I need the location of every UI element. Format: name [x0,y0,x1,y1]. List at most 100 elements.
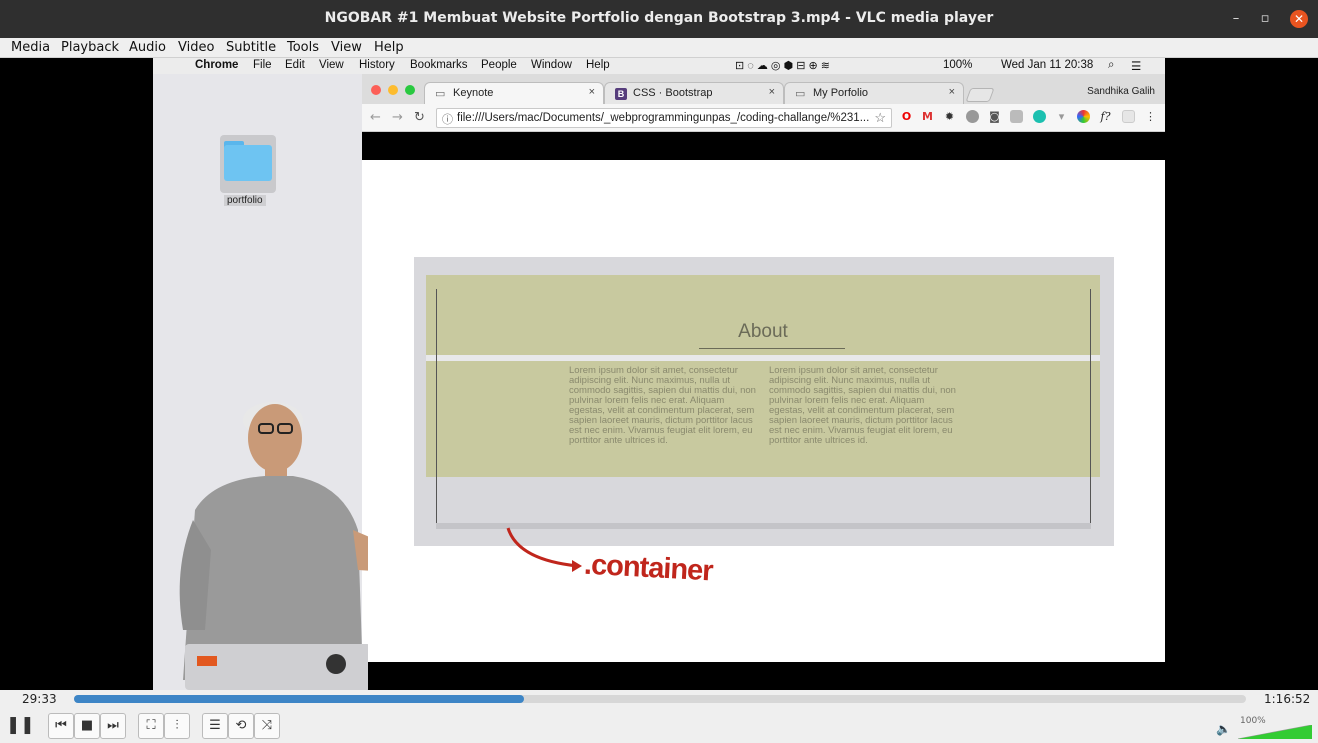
bookmark-star-icon: ☆ [874,110,886,125]
folder-icon [220,135,276,193]
settings-icon: ✹ [944,110,955,123]
mac-menubar: Chrome File Edit View History Bookmarks … [153,58,1165,74]
mac-menu-bookmarks: Bookmarks [410,59,468,71]
container-edge-right [1090,289,1091,529]
mac-menu-people: People [481,59,517,71]
mac-menu-view: View [319,59,344,71]
stop-button[interactable]: ■ [74,713,100,739]
tab-portfolio: ▭ My Porfolio × [784,82,964,104]
about-heading: About [738,321,788,342]
volume-slider[interactable] [1238,725,1312,739]
menu-audio[interactable]: Audio [129,40,166,55]
elapsed-time: 29:33 [22,692,57,706]
total-time: 1:16:52 [1264,692,1311,706]
container-edge-left [436,289,437,529]
video-area[interactable]: Chrome File Edit View History Bookmarks … [0,58,1318,690]
mac-close-icon [371,85,381,95]
forward-icon: → [392,110,403,125]
chrome-window: ▭ Keynote × B CSS · Bootstrap × ▭ My Por… [362,74,1165,690]
new-tab-button [965,88,995,102]
tab-strip: ▭ Keynote × B CSS · Bootstrap × ▭ My Por… [362,74,1165,104]
notification-icon: ☰ [1131,61,1142,73]
speaker-icon[interactable]: 🔈 [1216,722,1231,736]
extension-icon [1010,110,1023,123]
layout-mockup: About Lorem ipsum dolor sit amet, consec… [414,257,1114,546]
video-frame: Chrome File Edit View History Bookmarks … [153,58,1165,690]
menu-playback[interactable]: Playback [61,40,119,55]
control-bar: ❚❚ ⏮ ■ ⏭ ⛶ ⫶ ☰ ⟲ ⤨ 🔈 100% [0,708,1318,743]
mac-minimize-icon [388,85,398,95]
battery-level: 100% [943,59,973,71]
heading-underline [699,348,845,349]
status-icons: ⊡ ◌ ☁ ◎ ⬢ ⊟ ⊕ ≋ [735,60,830,72]
menu-icon: ⋮ [1145,110,1156,123]
keynote-slide: About Lorem ipsum dolor sit amet, consec… [362,160,1165,662]
next-button[interactable]: ⏭ [100,713,126,739]
annotation-arrow [506,527,582,572]
mac-zoom-icon [405,85,415,95]
gmail-icon: M [922,110,933,123]
seek-row: 29:33 1:16:52 [0,690,1318,708]
bootstrap-icon: B [615,88,627,100]
seek-bar[interactable] [74,695,1246,703]
fullscreen-button[interactable]: ⛶ [138,713,164,739]
menu-help[interactable]: Help [374,40,404,55]
mac-menu-window: Window [531,59,572,71]
folder-label: portfolio [224,195,266,206]
lorem-left: Lorem ipsum dolor sit amet, consectetur … [569,365,756,446]
address-bar: ⓘ file:///Users/mac/Documents/_webprogra… [436,108,892,128]
clock: Wed Jan 11 20:38 [1001,59,1094,71]
window-title: NGOBAR #1 Membuat Website Portfolio deng… [324,10,994,26]
font-icon: f? [1100,110,1111,123]
loop-button[interactable]: ⟲ [228,713,254,739]
spotlight-icon: ⌕ [1108,59,1115,71]
color-picker-icon [1077,110,1090,123]
minimize-icon[interactable]: – [1227,10,1245,28]
page-icon: ▭ [795,88,806,100]
close-icon: × [768,86,775,98]
profile-name: Sandhika Galih [1087,86,1155,97]
extended-settings-button[interactable]: ⫶ [164,713,190,739]
mac-menu-help: Help [586,59,610,71]
menu-view[interactable]: View [331,40,362,55]
menu-tools[interactable]: Tools [287,40,319,55]
page-icon: ▭ [435,88,446,100]
container-annotation: .container [583,548,714,588]
opera-icon: O [901,110,912,123]
title-bar: NGOBAR #1 Membuat Website Portfolio deng… [0,0,1318,38]
pause-button[interactable]: ❚❚ [6,713,35,739]
extension-icon [1122,110,1135,123]
close-icon[interactable]: ✕ [1290,10,1308,28]
close-icon: × [948,86,955,98]
extension-icon [966,110,979,123]
tab-keynote: ▭ Keynote × [424,82,604,104]
extension-icon: ▾ [1058,110,1065,123]
close-icon: × [588,86,595,98]
maximize-icon[interactable]: ▫ [1256,10,1274,28]
seek-progress [74,695,525,703]
back-icon: ← [370,110,381,125]
tab-label: My Porfolio [813,87,869,99]
about-content: Lorem ipsum dolor sit amet, consectetur … [426,361,1100,477]
tab-bootstrap: B CSS · Bootstrap × [604,82,784,104]
info-icon: ⓘ [442,114,453,126]
extension-icon [1033,110,1046,123]
previous-button[interactable]: ⏮ [48,713,74,739]
menu-subtitle[interactable]: Subtitle [226,40,276,55]
tab-label: CSS · Bootstrap [633,87,713,99]
mac-menu-history: History [359,59,395,71]
presenter-image [179,402,368,690]
camera-icon: ◙ [989,110,1000,123]
menu-bar: Media Playback Audio Video Subtitle Tool… [0,38,1318,58]
chrome-toolbar: ← → ↻ ⓘ file:///Users/mac/Documents/_web… [362,104,1165,132]
tab-label: Keynote [453,87,494,99]
url-text: file:///Users/mac/Documents/_webprogramm… [457,112,870,124]
menu-media[interactable]: Media [11,40,50,55]
mac-menu-file: File [253,59,272,71]
playlist-button[interactable]: ☰ [202,713,228,739]
menu-video[interactable]: Video [178,40,214,55]
lorem-right: Lorem ipsum dolor sit amet, consectetur … [769,365,956,446]
shuffle-button[interactable]: ⤨ [254,713,280,739]
about-section: About [426,275,1100,355]
mac-app-name: Chrome [195,59,239,71]
